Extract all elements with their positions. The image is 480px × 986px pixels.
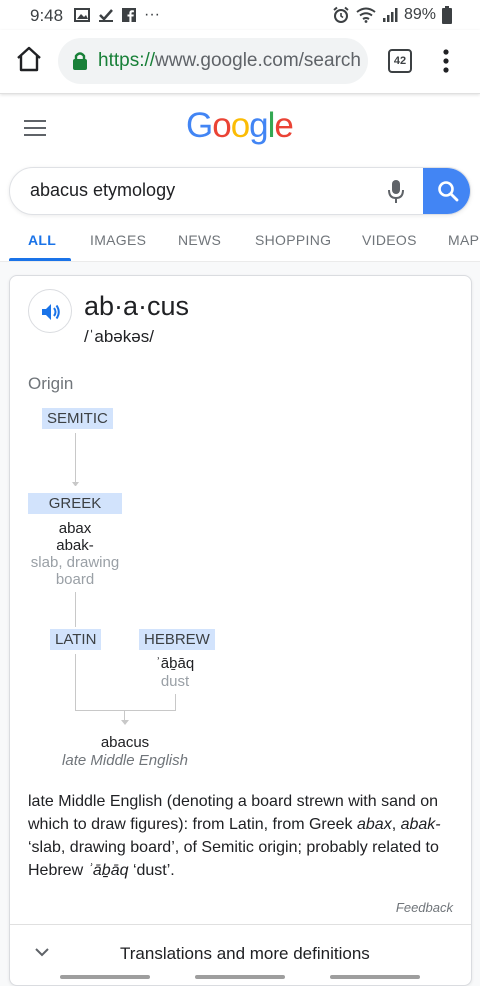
result-word: abacus: [100, 734, 150, 751]
latin-down-connector: [75, 654, 76, 710]
chevron-down-icon: [35, 948, 49, 957]
merge-arrow: [121, 720, 129, 725]
gesture-nav-bar: [0, 968, 480, 986]
tab-images[interactable]: IMAGES: [90, 232, 146, 248]
latin-node: LATIN: [50, 629, 102, 650]
greek-gloss: slab, drawing board: [30, 554, 120, 588]
status-time: 9:48: [30, 6, 64, 25]
semitic-greek-connector: [75, 433, 76, 485]
nav-pill-center[interactable]: [195, 975, 285, 979]
search-box[interactable]: abacus etymology: [9, 167, 471, 215]
nav-pill-right[interactable]: [330, 975, 420, 979]
pronunciation: /ˈabəkəs/: [84, 327, 154, 346]
hebrew-gloss: dust: [160, 673, 190, 690]
dictionary-card: ab·a·cus /ˈabəkəs/ Origin SEMITIC GREEK …: [9, 275, 472, 986]
search-category-tabs: ALL IMAGES NEWS SHOPPING VIDEOS MAPS: [0, 218, 480, 262]
image-notification-icon: [74, 8, 90, 22]
semitic-node: SEMITIC: [42, 408, 113, 429]
system-icons: 89%: [332, 5, 452, 25]
address-bar[interactable]: https://www.google.com/search?q=abacus+e…: [58, 38, 368, 84]
url-text: https://www.google.com/search?q=abacus+e…: [98, 50, 360, 72]
url-host-path: www.google.com/search?q=abacus+etymology: [155, 50, 360, 71]
active-tab-indicator: [9, 258, 71, 261]
greek-word-abax: abax: [58, 520, 92, 537]
tab-news[interactable]: NEWS: [178, 232, 221, 248]
semitic-greek-arrow: [72, 482, 79, 486]
search-button[interactable]: [423, 168, 470, 214]
hebrew-word: ʾāḇāq: [155, 655, 195, 672]
definition-abak: abak-: [400, 816, 441, 833]
pronunciation-audio-button[interactable]: [28, 289, 72, 333]
google-logo[interactable]: Google: [186, 106, 294, 146]
tab-shopping[interactable]: SHOPPING: [255, 232, 331, 248]
tab-switcher-button[interactable]: 42: [388, 49, 412, 73]
speaker-icon: [42, 304, 60, 320]
feedback-link[interactable]: Feedback: [396, 900, 453, 915]
search-icon: [438, 181, 459, 202]
tab-maps[interactable]: MAPS: [448, 232, 480, 248]
overflow-menu-icon[interactable]: [438, 46, 454, 76]
search-input[interactable]: abacus etymology: [30, 180, 175, 201]
definition-comma: ,: [391, 816, 401, 833]
nav-pill-left[interactable]: [60, 975, 150, 979]
notification-icons: ···: [74, 6, 160, 24]
origin-heading: Origin: [28, 374, 74, 393]
tab-all[interactable]: ALL: [28, 232, 56, 248]
check-notification-icon: [99, 9, 113, 22]
alarm-icon: [333, 6, 349, 23]
greek-latin-connector: [75, 592, 76, 627]
merge-connector: [75, 710, 176, 711]
definition-text-3: ‘dust’.: [128, 862, 175, 879]
etymology-description: late Middle English (denoting a board st…: [28, 790, 458, 882]
battery-icon: [442, 6, 452, 24]
hamburger-menu-icon[interactable]: [24, 120, 46, 138]
url-scheme: https://: [98, 50, 156, 71]
status-bar: 9:48 ··· 89%: [0, 0, 480, 30]
lock-icon: [73, 52, 87, 70]
facebook-notification-icon: [122, 8, 136, 22]
result-language: late Middle English: [62, 752, 188, 769]
microphone-icon[interactable]: [386, 179, 406, 205]
tab-videos[interactable]: VIDEOS: [362, 232, 417, 248]
more-notifications-icon: ···: [144, 6, 160, 23]
definition-abaq: ʾāḇāq: [87, 862, 129, 879]
greek-word-abak: abak-: [56, 537, 94, 554]
browser-toolbar: https://www.google.com/search?q=abacus+e…: [0, 30, 480, 94]
wifi-icon: [356, 7, 376, 23]
more-definitions-label: Translations and more definitions: [120, 944, 370, 963]
signal-icon: [382, 8, 398, 22]
hebrew-node: HEBREW: [139, 629, 215, 650]
definition-abax: abax: [357, 816, 392, 833]
headword: ab·a·cus: [84, 291, 190, 321]
greek-node: GREEK: [28, 493, 122, 514]
battery-percent: 89%: [403, 6, 436, 23]
home-icon[interactable]: [14, 44, 44, 74]
hebrew-down-connector: [175, 694, 176, 710]
